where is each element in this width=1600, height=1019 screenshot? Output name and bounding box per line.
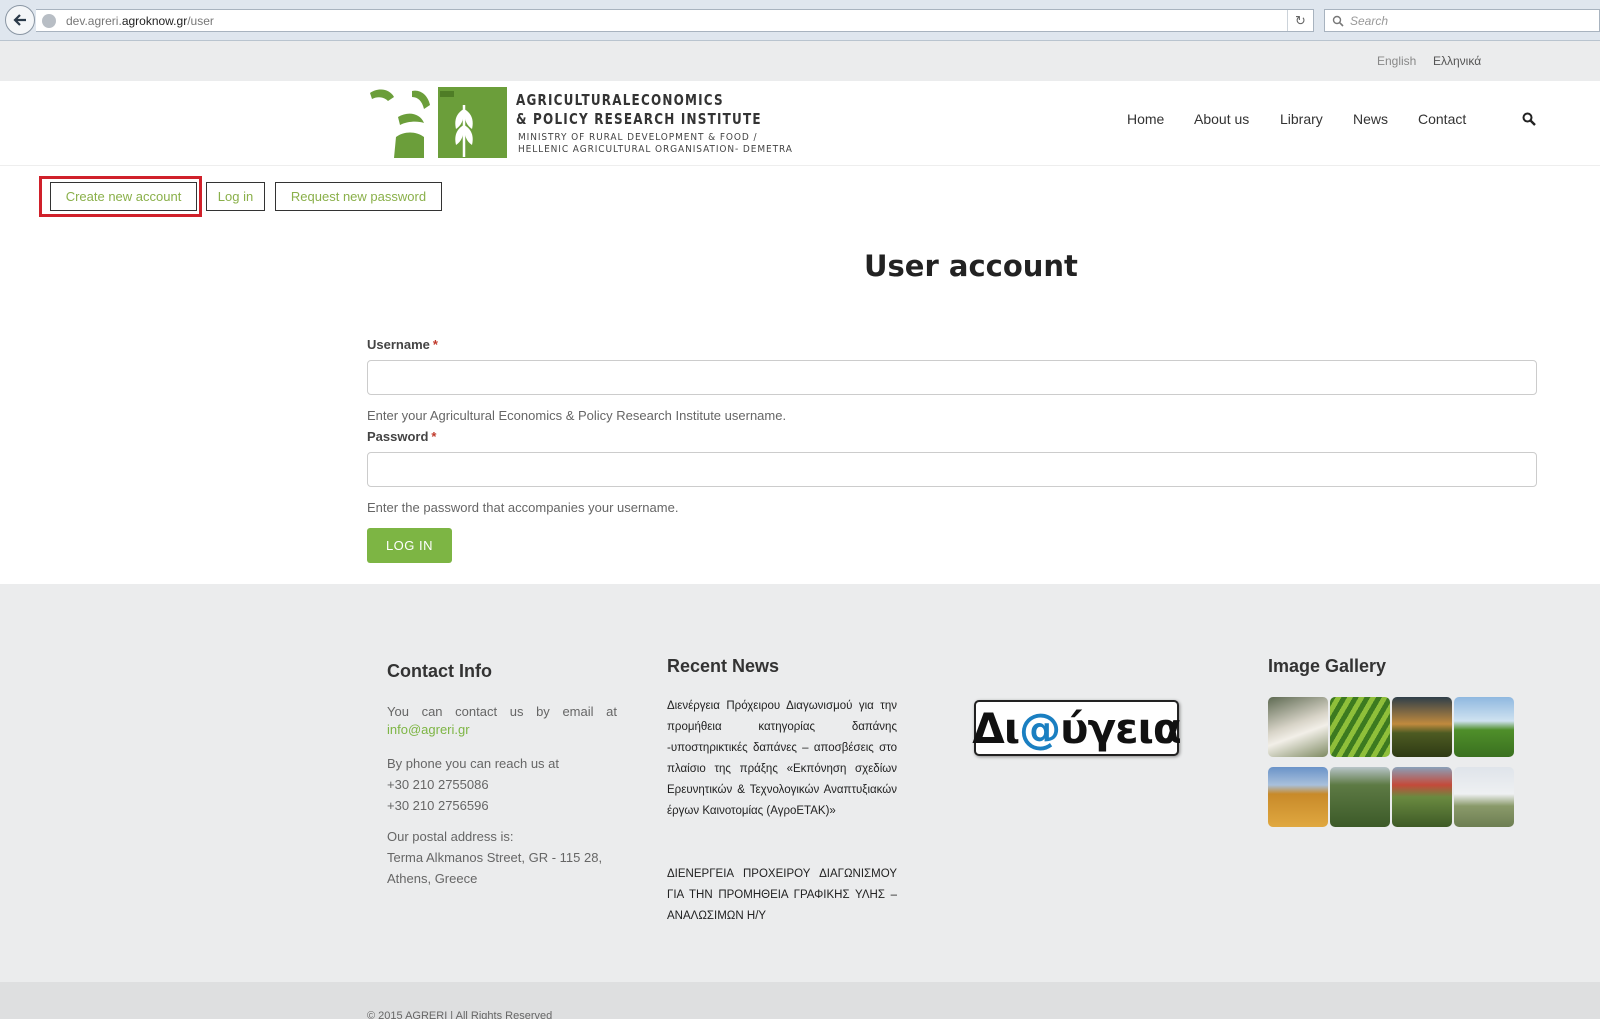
username-input[interactable]: [367, 360, 1537, 395]
password-label: Password *: [367, 429, 437, 444]
tab-request-new-password[interactable]: Request new password: [275, 182, 442, 211]
search-icon[interactable]: [1522, 112, 1536, 126]
browser-toolbar: dev.agreri.agroknow.gr/user ↻ Search: [0, 0, 1600, 41]
back-button[interactable]: [5, 5, 35, 35]
contact-email-intro: You can contact us by email at: [387, 704, 617, 719]
language-bar: English Ελληνικά: [0, 41, 1600, 81]
contact-address-line-2: Athens, Greece: [387, 871, 478, 886]
gallery-thumb-sunset-bale[interactable]: [1392, 697, 1452, 757]
image-gallery-heading: Image Gallery: [1268, 656, 1387, 676]
highlight-annotation-box: [39, 176, 202, 217]
nav-about-us[interactable]: About us: [1194, 111, 1249, 127]
page-title: User account: [864, 249, 1078, 283]
address-bar[interactable]: dev.agreri.agroknow.gr/user ↻: [36, 9, 1314, 32]
contact-info-heading: Contact Info: [387, 661, 492, 681]
copyright-text: © 2015 AGRERI | All Rights Reserved: [367, 1010, 553, 1019]
username-help-text: Enter your Agricultural Economics & Poli…: [367, 408, 787, 423]
required-marker: *: [431, 429, 437, 444]
diavgeia-logo-link[interactable]: Δι @ ύγεια: [972, 700, 1182, 756]
password-help-text: Enter the password that accompanies your…: [367, 500, 679, 515]
gallery-thumb-wheat[interactable]: [1268, 767, 1328, 827]
contact-address-line-1: Terma Alkmanos Street, GR - 115 28,: [387, 850, 603, 865]
browser-search-input[interactable]: Search: [1324, 9, 1600, 32]
contact-email-link[interactable]: info@agreri.gr: [387, 722, 470, 737]
required-marker: *: [432, 337, 438, 352]
gallery-thumb-green-field[interactable]: [1454, 697, 1514, 757]
contact-phone-intro: By phone you can reach us at: [387, 756, 560, 771]
gallery-thumb-crop-rows[interactable]: [1330, 697, 1390, 757]
nav-news[interactable]: News: [1353, 111, 1388, 127]
gallery-thumb-tall-grass[interactable]: [1330, 767, 1390, 827]
contact-postal-intro: Our postal address is:: [387, 829, 514, 844]
nav-home[interactable]: Home: [1127, 111, 1164, 127]
contact-phone-1: +30 210 2755086: [387, 777, 489, 792]
logo-mark-icon: [368, 87, 507, 158]
search-icon: [1332, 15, 1344, 27]
news-item[interactable]: ΔΙΕΝΕΡΓΕΙΑ ΠΡΟΧΕΙΡΟΥ ΔΙΑΓΩΝΙΣΜΟΥ ΓΙΑ ΤΗΝ…: [667, 864, 897, 927]
log-in-button[interactable]: LOG IN: [367, 528, 452, 563]
recent-news-heading: Recent News: [667, 656, 780, 676]
footer-bottom-bar: [0, 982, 1600, 1019]
site-logo[interactable]: AGRICULTURALECONOMICS & POLICY RESEARCH …: [368, 87, 808, 161]
password-input[interactable]: [367, 452, 1537, 487]
gallery-thumb-meadow[interactable]: [1454, 767, 1514, 827]
gallery-thumb-goat[interactable]: [1268, 697, 1328, 757]
lang-greek[interactable]: Ελληνικά: [1433, 54, 1481, 68]
gallery-thumb-farm-barn[interactable]: [1392, 767, 1452, 827]
back-arrow-icon: [13, 14, 26, 26]
site-header: AGRICULTURALECONOMICS & POLICY RESEARCH …: [0, 81, 1600, 166]
news-item[interactable]: Διενέργεια Πρόχειρου Διαγωνισμού για την…: [667, 696, 897, 822]
logo-subtitle: MINISTRY OF RURAL DEVELOPMENT & FOOD / H…: [518, 132, 793, 155]
lang-english[interactable]: English: [1377, 54, 1416, 68]
tab-log-in[interactable]: Log in: [206, 182, 265, 211]
reload-icon[interactable]: ↻: [1287, 10, 1313, 31]
image-gallery: [1268, 697, 1516, 827]
nav-library[interactable]: Library: [1280, 111, 1323, 127]
url-text[interactable]: dev.agreri.agroknow.gr/user: [66, 14, 214, 28]
globe-icon: [42, 13, 56, 28]
username-label: Username *: [367, 337, 438, 352]
contact-phone-2: +30 210 2756596: [387, 798, 489, 813]
nav-contact[interactable]: Contact: [1418, 111, 1466, 127]
logo-title: AGRICULTURALECONOMICS & POLICY RESEARCH …: [516, 91, 762, 128]
search-placeholder: Search: [1350, 13, 1389, 28]
